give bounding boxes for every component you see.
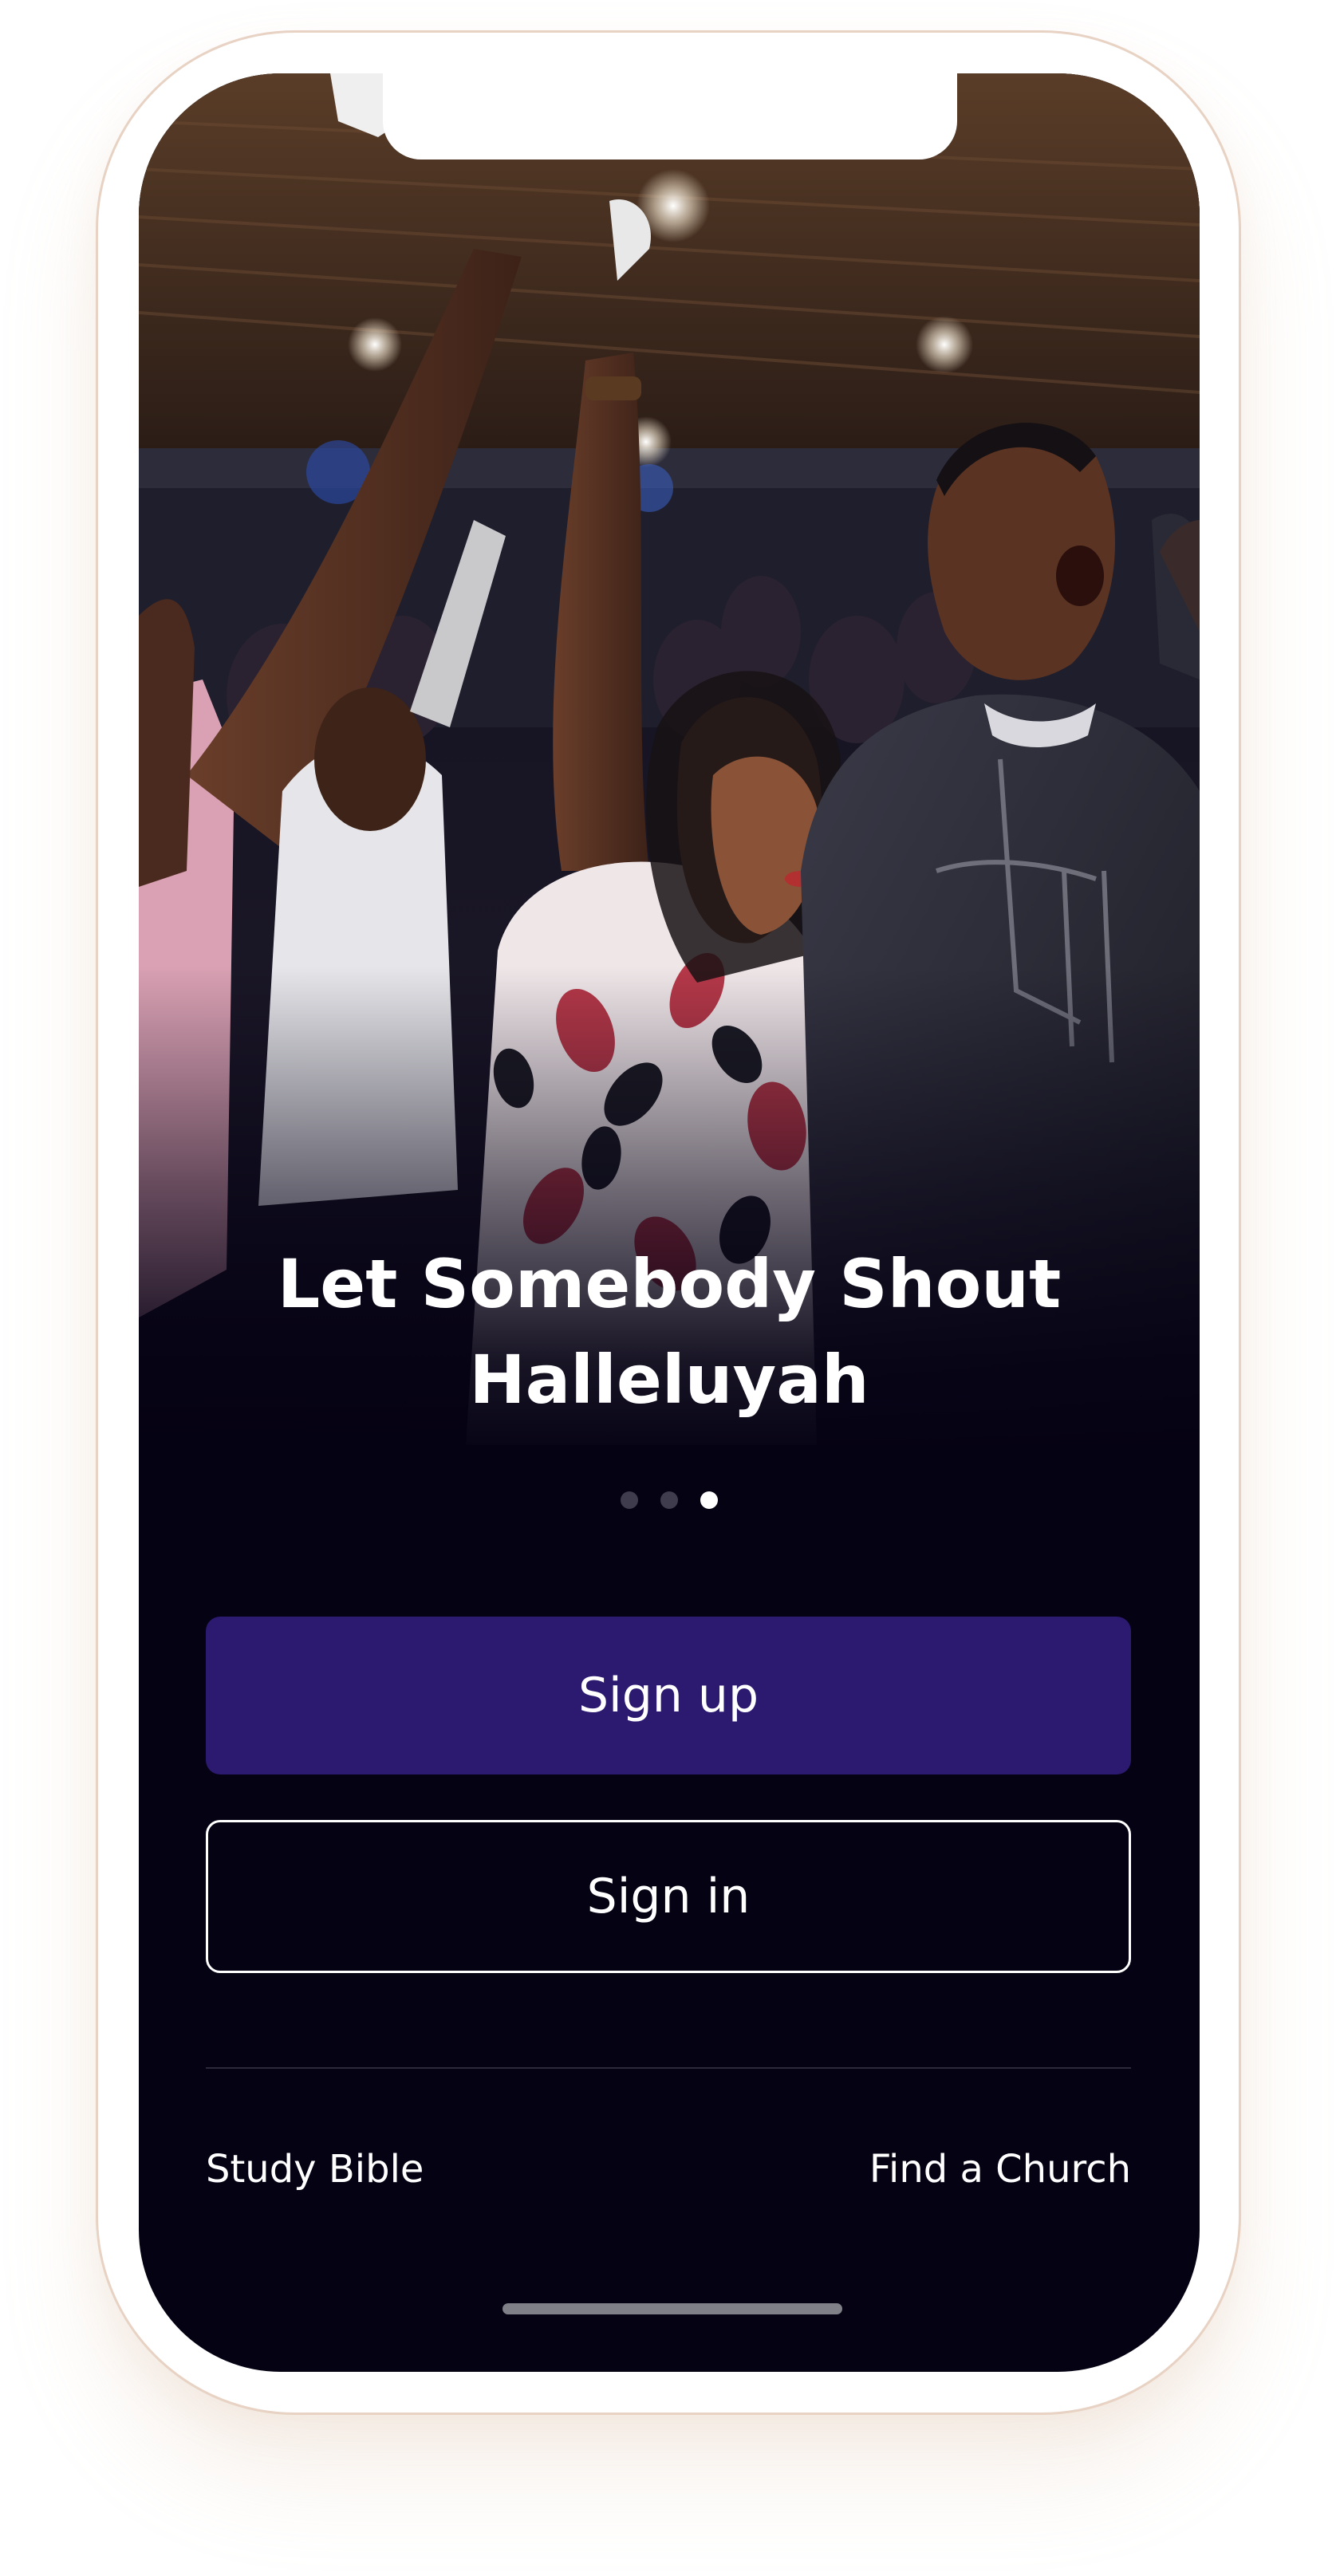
onboarding-headline: Let Somebody Shout Halleluyah bbox=[139, 1236, 1200, 1428]
carousel-dot-3-active[interactable] bbox=[700, 1491, 718, 1509]
carousel-dot-2[interactable] bbox=[660, 1491, 678, 1509]
sign-in-label: Sign in bbox=[586, 1869, 751, 1924]
footer-divider bbox=[206, 2067, 1131, 2069]
find-a-church-link[interactable]: Find a Church bbox=[869, 2147, 1131, 2192]
sign-up-button[interactable]: Sign up bbox=[206, 1617, 1131, 1774]
sign-up-label: Sign up bbox=[577, 1668, 759, 1723]
headline-line-2: Halleluyah bbox=[469, 1341, 869, 1419]
study-bible-link[interactable]: Study Bible bbox=[206, 2147, 424, 2192]
carousel-dot-1[interactable] bbox=[621, 1491, 638, 1509]
page: Let Somebody Shout Halleluyah Sign up Si… bbox=[0, 0, 1340, 2576]
app-screen: Let Somebody Shout Halleluyah Sign up Si… bbox=[139, 73, 1200, 2372]
headline-line-1: Let Somebody Shout bbox=[277, 1245, 1062, 1323]
device-notch bbox=[383, 73, 957, 160]
sign-in-button[interactable]: Sign in bbox=[206, 1820, 1131, 1973]
carousel-pagination bbox=[139, 1491, 1200, 1509]
home-indicator[interactable] bbox=[503, 2303, 842, 2314]
